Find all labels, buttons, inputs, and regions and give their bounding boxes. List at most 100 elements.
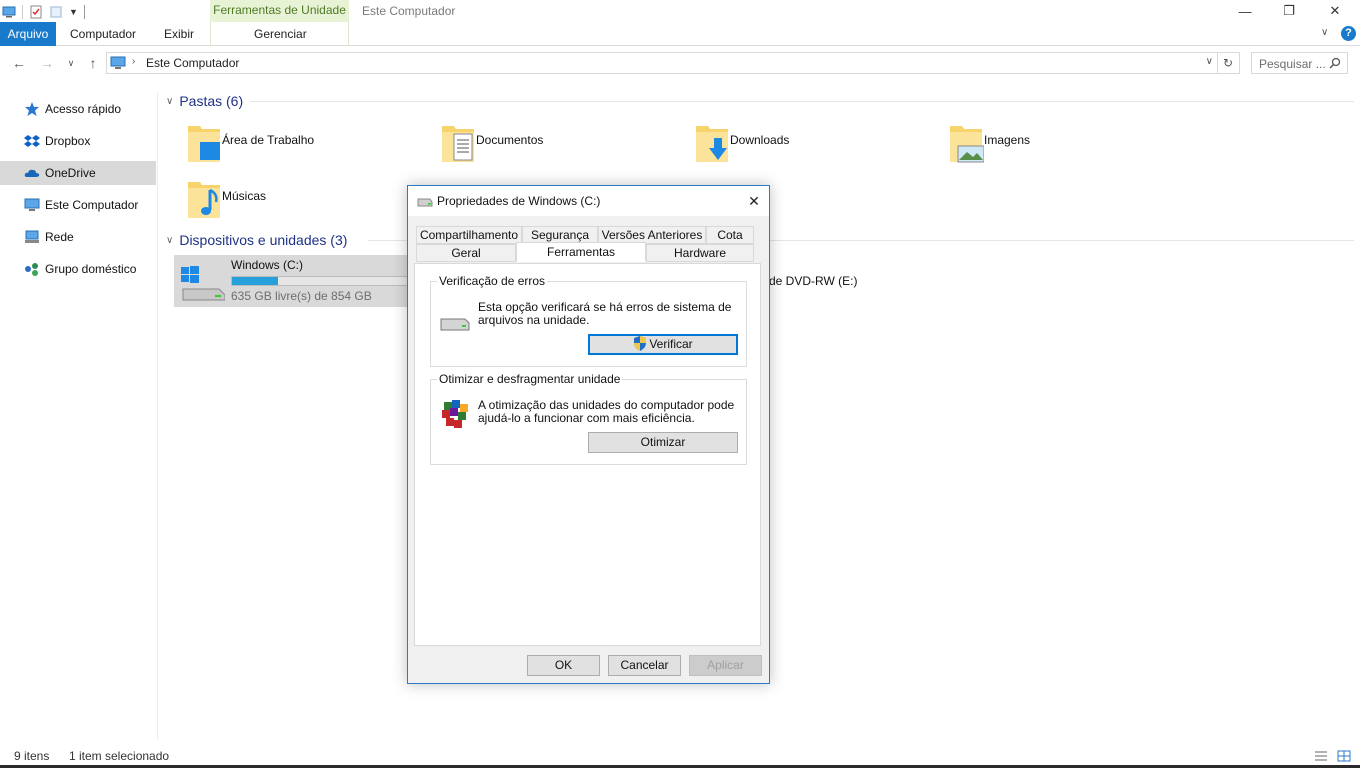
up-icon[interactable]: ↑: [84, 55, 102, 73]
drive-usage-bar: [231, 276, 414, 286]
title-bar: ▼ Ferramentas de Unidade Este Computador…: [0, 0, 1360, 22]
search-box[interactable]: Pesquisar ...: [1251, 52, 1348, 74]
close-button[interactable]: ✕: [1312, 0, 1358, 22]
defragment-icon: [442, 400, 468, 428]
drive-c-item[interactable]: Windows (C:) 635 GB livre(s) de 854 GB: [174, 255, 414, 307]
devices-group-header[interactable]: ∨ Dispositivos e unidades (3): [166, 232, 347, 248]
folder-name: Downloads: [730, 133, 790, 147]
folder-name: Músicas: [222, 189, 267, 203]
address-dropdown-icon[interactable]: ∨: [1206, 56, 1213, 67]
tab-arquivo[interactable]: Arquivo: [0, 22, 56, 46]
verify-button[interactable]: Verificar: [588, 334, 738, 355]
breadcrumb-current[interactable]: Este Computador: [146, 56, 239, 70]
sidebar-item-label: Este Computador: [45, 198, 139, 212]
restore-button[interactable]: ❐: [1266, 0, 1312, 22]
folders-group-header[interactable]: ∨ Pastas (6): [166, 93, 243, 109]
folder-name: Imagens: [984, 133, 1031, 147]
sidebar-item-rede[interactable]: Rede: [0, 225, 156, 249]
optimize-button[interactable]: Otimizar: [588, 432, 738, 453]
music-folder-icon: [188, 182, 220, 218]
group-divider: [250, 101, 1354, 102]
dropbox-icon: [24, 135, 40, 147]
computer-icon: [24, 198, 40, 211]
search-input[interactable]: Pesquisar ...: [1259, 57, 1326, 71]
windows-drive-icon: [181, 266, 225, 301]
tab-exibir[interactable]: Exibir: [156, 22, 202, 46]
breadcrumb-chevron-icon[interactable]: ›: [132, 56, 135, 67]
forward-icon[interactable]: →: [38, 55, 56, 73]
pictures-folder-icon: [950, 126, 984, 163]
folder-item[interactable]: Músicas: [176, 174, 426, 222]
collapse-chevron-icon[interactable]: ∨: [166, 96, 173, 107]
dvd-drive-name[interactable]: de DVD-RW (E:): [769, 274, 857, 288]
properties-icon[interactable]: [29, 5, 43, 19]
error-check-title: Verificação de erros: [437, 274, 548, 288]
documents-folder-icon: [442, 126, 474, 162]
cancel-button[interactable]: Cancelar: [608, 655, 681, 676]
drive-icon: [417, 198, 433, 207]
folder-name: Documentos: [476, 133, 544, 147]
minimize-button[interactable]: —: [1222, 0, 1268, 22]
window-title: Este Computador: [362, 4, 456, 18]
computer-icon[interactable]: [2, 5, 16, 19]
details-view-icon[interactable]: [1314, 750, 1328, 762]
tab-gerenciar[interactable]: Gerenciar: [246, 22, 315, 46]
sidebar-item-onedrive[interactable]: OneDrive: [0, 161, 156, 185]
computer-icon: [110, 56, 126, 69]
sidebar-item-grupo-domestico[interactable]: Grupo doméstico: [0, 257, 156, 281]
navigation-bar: ← → ∨ ↑ › Este Computador ∨ ↻ Pesquisar …: [0, 47, 1360, 79]
folder-item[interactable]: Downloads: [684, 118, 934, 166]
optimize-description: A otimização das unidades do computador …: [478, 398, 735, 425]
recent-locations-icon[interactable]: ∨: [62, 55, 80, 73]
folder-item[interactable]: Área de Trabalho: [176, 118, 426, 166]
devices-group-title: Dispositivos e unidades (3): [179, 232, 348, 248]
drive-name: Windows (C:): [231, 258, 304, 272]
ribbon-expand-icon[interactable]: ∨: [1321, 27, 1328, 38]
drive-icon: [440, 318, 470, 331]
large-icons-view-icon[interactable]: [1337, 750, 1351, 762]
optimize-group: Otimizar e desfragmentar unidade A otimi…: [430, 372, 747, 465]
folder-item[interactable]: Documentos: [430, 118, 680, 166]
sidebar-item-acesso-rapido[interactable]: Acesso rápido: [0, 97, 156, 121]
uac-shield-icon: [634, 336, 647, 351]
sidebar-item-dropbox[interactable]: Dropbox: [0, 129, 156, 153]
verify-button-label: Verificar: [649, 337, 693, 351]
sidebar-item-este-computador[interactable]: Este Computador: [0, 193, 156, 217]
folder-item[interactable]: Imagens: [938, 118, 1188, 166]
tab-ferramentas[interactable]: Ferramentas: [516, 242, 646, 262]
qat-dropdown-icon[interactable]: ▼: [69, 7, 78, 17]
selection-count: 1 item selecionado: [69, 749, 170, 763]
quick-access-toolbar: ▼: [0, 3, 85, 21]
folder-name: Área de Trabalho: [222, 133, 315, 147]
address-bar[interactable]: › Este Computador ∨: [106, 52, 1218, 74]
tab-cota[interactable]: Cota: [706, 226, 754, 244]
sidebar-item-label: Grupo doméstico: [45, 262, 137, 276]
context-tab-label: Ferramentas de Unidade: [210, 0, 349, 22]
new-folder-icon[interactable]: [49, 5, 63, 19]
drive-usage-fill: [232, 277, 279, 285]
homegroup-icon: [25, 263, 38, 276]
folders-group-title: Pastas (6): [179, 93, 244, 109]
apply-button[interactable]: Aplicar: [689, 655, 762, 676]
optimize-title: Otimizar e desfragmentar unidade: [437, 372, 623, 386]
tab-hardware[interactable]: Hardware: [646, 244, 754, 262]
search-icon[interactable]: [1329, 57, 1341, 69]
help-icon[interactable]: ?: [1341, 26, 1356, 41]
error-check-group: Verificação de erros Esta opção verifica…: [430, 274, 747, 367]
refresh-icon[interactable]: ↻: [1217, 52, 1240, 74]
item-count: 9 itens: [14, 749, 50, 763]
ok-button[interactable]: OK: [527, 655, 600, 676]
tab-computador[interactable]: Computador: [62, 22, 144, 46]
dialog-close-button[interactable]: ✕: [743, 190, 765, 212]
dialog-title: Propriedades de Windows (C:): [437, 194, 601, 208]
drive-free-space: 635 GB livre(s) de 854 GB: [231, 289, 372, 303]
tab-geral[interactable]: Geral: [416, 244, 516, 262]
collapse-chevron-icon[interactable]: ∨: [166, 235, 173, 246]
cloud-icon: [24, 169, 40, 177]
back-icon[interactable]: ←: [10, 55, 28, 73]
sidebar-item-label: Acesso rápido: [45, 102, 122, 116]
network-icon: [25, 230, 39, 243]
tab-compartilhamento[interactable]: Compartilhamento: [416, 226, 522, 244]
star-icon: [25, 102, 39, 116]
sidebar-item-label: Dropbox: [45, 134, 91, 148]
